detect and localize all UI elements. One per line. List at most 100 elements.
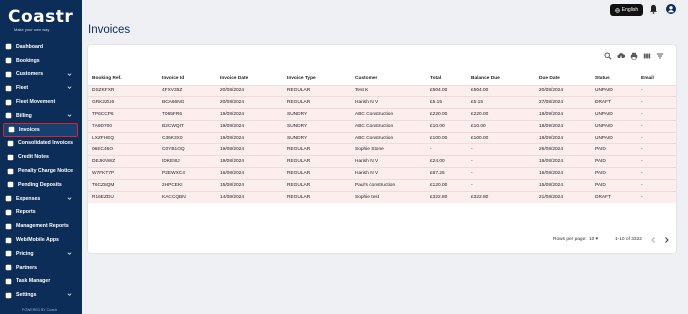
apps-icon	[5, 237, 12, 244]
table-row[interactable]: 06EC46O C0YB1OQ 19/08/2024 REGULAR Sophie St…	[88, 143, 676, 156]
cell-status: DRAFT	[591, 96, 637, 109]
col-header-total[interactable]: Total	[426, 72, 467, 85]
cell-invoice-date: 20/08/2024	[216, 84, 283, 97]
cell-invoice-date: 14/08/2024	[216, 190, 283, 203]
filter-icon[interactable]	[656, 52, 664, 60]
col-header-invoice-date[interactable]: Invoice Date	[216, 72, 283, 85]
sidebar-item-credit-notes[interactable]: Credit Notes	[0, 150, 82, 164]
next-page-icon[interactable]	[663, 235, 670, 245]
sidebar-item-label: Customers	[16, 71, 44, 78]
cell-total: £67.25	[426, 167, 467, 180]
reports-icon	[5, 209, 12, 216]
sidebar-item-web-mobile-apps[interactable]: Web/Mobile Apps	[0, 233, 82, 247]
cell-email: -	[637, 143, 676, 156]
columns-icon[interactable]	[643, 52, 651, 60]
cell-invoice-date: 19/08/2024	[216, 143, 283, 156]
chevron-down-icon	[67, 293, 72, 297]
cell-invoice-id: C0YB1OQ	[158, 143, 216, 156]
cell-balance-due: £220.00	[467, 108, 535, 121]
col-header-email[interactable]: Email	[637, 72, 676, 85]
search-icon[interactable]	[604, 52, 612, 60]
col-header-balance-due[interactable]: Balance Due	[467, 72, 535, 85]
cell-balance-due: -	[467, 167, 535, 180]
language-button[interactable]: English	[610, 4, 643, 16]
sidebar-item-pending-deposits[interactable]: Pending Deposits	[0, 178, 82, 192]
cell-invoice-date: 19/08/2024	[216, 155, 283, 168]
cell-invoice-id: B2CWQIT	[158, 119, 216, 133]
table-row[interactable]: T6CZ8QM 2HPCEKI 15/08/2024 REGULAR Paul's co…	[88, 178, 676, 192]
cell-invoice-date: 16/08/2024	[216, 167, 283, 180]
sidebar-item-label: Fleet Movement	[16, 99, 56, 106]
fleet-movement-icon	[5, 99, 12, 106]
print-icon[interactable]	[630, 52, 638, 60]
table-row[interactable]: 7A9D700 B2CWQIT 19/08/2024 SUNDRY ABC Constr…	[88, 119, 676, 133]
chevron-down-icon	[67, 197, 72, 200]
col-header-status[interactable]: Status	[591, 72, 637, 85]
sidebar-item-bookings[interactable]: Bookings	[0, 54, 82, 68]
sidebar-item-pricing[interactable]: Pricing	[0, 247, 82, 261]
sidebar-item-fleet[interactable]: Fleet	[0, 81, 82, 95]
table-row[interactable]: LXZFHEQ C36K3X0 19/08/2024 SUNDRY ABC Constr…	[88, 131, 676, 144]
sidebar-nav: Dashboard Bookings Customers Fleet Fleet Mov…	[0, 40, 82, 302]
sidebar-item-settings[interactable]: Settings	[0, 288, 82, 302]
col-header-invoice-type[interactable]: Invoice Type	[283, 72, 351, 85]
col-header-due-date[interactable]: Due Date	[535, 72, 591, 85]
sidebar-item-customers[interactable]: Customers	[0, 68, 82, 82]
sidebar-item-label: Invoices	[19, 126, 40, 133]
sidebar-item-dashboard[interactable]: Dashboard	[0, 40, 82, 54]
cell-invoice-id: BCA66NG	[158, 96, 216, 109]
invoices-card: Booking Ref. Invoice Id Invoice Date Inv…	[88, 45, 676, 253]
cell-invoice-id: C36K3X0	[158, 131, 216, 144]
table-body: DSZKFXR 4FXV35Z 20/08/2024 REGULAR Test K £50…	[88, 84, 676, 203]
cell-booking-ref: DSZKFXR	[88, 84, 158, 97]
previous-page-icon[interactable]	[650, 235, 657, 245]
cell-invoice-id: KACCQBN	[158, 190, 216, 203]
sidebar-item-partners[interactable]: Partners	[0, 261, 82, 275]
billing-icon	[5, 112, 12, 119]
table-row[interactable]: DEJKNWZ IDKEI8J 19/08/2024 REGULAR Harish N …	[88, 155, 676, 168]
sidebar-item-task-manager[interactable]: Task Manager	[0, 275, 82, 289]
cell-invoice-type: REGULAR	[283, 84, 351, 97]
cell-balance-due: £5.15	[467, 96, 535, 109]
cell-invoice-date: 19/08/2024	[216, 108, 283, 121]
download-cloud-icon[interactable]	[617, 52, 625, 60]
cell-due-date: 18/09/2024	[535, 131, 591, 144]
deposits-icon	[7, 181, 14, 188]
cell-customer: Harish N V	[351, 167, 426, 180]
table-row[interactable]: GRK2ZU6 BCA66NG 20/08/2024 REGULAR Harish N …	[88, 96, 676, 109]
rows-per-page-select[interactable]: 10 ▾	[589, 237, 598, 242]
topbar	[82, 0, 688, 20]
sidebar-item-consolidated-invoices[interactable]: Consolidated Invoices	[0, 137, 82, 151]
powered-by: POWERED BY Coastr	[22, 308, 57, 312]
sidebar-item-expenses[interactable]: Expenses	[0, 192, 82, 206]
cell-total: £504.00	[426, 84, 467, 97]
table-row[interactable]: R16EZDU KACCQBN 14/08/2024 REGULAR Sophie te…	[88, 190, 676, 203]
cell-invoice-type: SUNDRY	[283, 119, 351, 133]
sidebar-item-billing[interactable]: Billing	[0, 109, 82, 123]
user-avatar-icon[interactable]	[666, 4, 676, 14]
col-header-invoice-id[interactable]: Invoice Id	[158, 72, 216, 85]
sidebar-item-fleet-movement[interactable]: Fleet Movement	[0, 95, 82, 109]
cell-balance-due: £10.00	[467, 119, 535, 133]
cell-customer: Harish N V	[351, 155, 426, 168]
col-header-customer[interactable]: Customer	[351, 72, 426, 85]
logo[interactable]: Coastr Make your own way	[0, 0, 82, 36]
sidebar-item-label: Pending Deposits	[18, 181, 62, 188]
bell-icon[interactable]	[649, 4, 658, 14]
sidebar-item-penalty-charge-notice[interactable]: Penalty Charge Notice	[0, 164, 82, 178]
fleet-icon	[5, 85, 12, 92]
cell-invoice-id: 4FXV35Z	[158, 84, 216, 97]
col-header-booking-ref[interactable]: Booking Ref.	[88, 72, 158, 85]
cell-due-date: 20/08/2024	[535, 84, 591, 97]
table-header-row: Booking Ref. Invoice Id Invoice Date Inv…	[88, 72, 676, 85]
table-row[interactable]: DSZKFXR 4FXV35Z 20/08/2024 REGULAR Test K £50…	[88, 84, 676, 97]
sidebar-item-reports[interactable]: Reports	[0, 206, 82, 220]
cell-due-date: 27/08/2024	[535, 96, 591, 109]
table-row[interactable]: TP6CCP6 T065FR6 19/08/2024 SUNDRY ABC Constr…	[88, 108, 676, 121]
cell-invoice-date: 19/08/2024	[216, 119, 283, 133]
table-row[interactable]: W7FKT7P P2EWXC4 16/08/2024 REGULAR Harish N …	[88, 167, 676, 180]
sidebar-item-management-reports[interactable]: Management Reports	[0, 219, 82, 233]
cell-total: £120.00	[426, 178, 467, 192]
sidebar-item-invoices[interactable]: Invoices	[3, 122, 78, 137]
sidebar-item-label: Management Reports	[16, 223, 69, 230]
